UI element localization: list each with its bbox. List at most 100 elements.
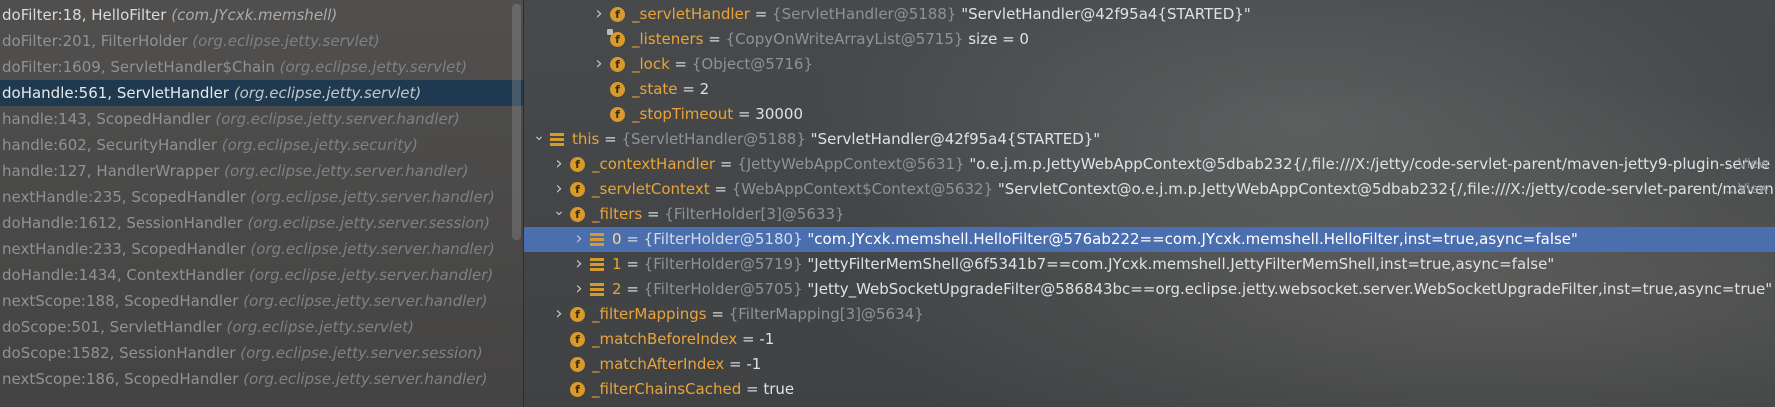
variable-row[interactable]: › 0 = {FilterHolder@5180} "com.JYcxk.mems…	[524, 227, 1775, 252]
frame-package: (org.eclipse.jetty.servlet)	[226, 318, 415, 336]
variable-value: "ServletContext@o.e.j.m.p.JettyWebAppCon…	[997, 180, 1774, 198]
variable-text: 0 = {FilterHolder@5180} "com.JYcxk.memsh…	[612, 227, 1578, 252]
variable-row[interactable]: › f _lock = {Object@5716}	[524, 52, 1775, 77]
equals-sign: =	[724, 355, 747, 373]
variable-text: _matchBeforeIndex = -1	[592, 327, 774, 352]
variable-value: "ServletHandler@42f95a4{STARTED}"	[810, 130, 1101, 148]
variable-name: _listeners	[632, 30, 704, 48]
variable-reference: {WebAppContext$Context@5632}	[731, 180, 994, 198]
chevron-right-icon[interactable]: ›	[572, 277, 586, 302]
chevron-right-icon[interactable]: ›	[572, 252, 586, 277]
variable-name: _lock	[632, 55, 670, 73]
chevron-right-icon[interactable]: ›	[592, 52, 606, 77]
stack-frame-row[interactable]: handle:602, SecurityHandler (org.eclipse…	[0, 132, 523, 158]
stack-frame-row[interactable]: doHandle:1612, SessionHandler (org.eclip…	[0, 210, 523, 236]
variable-name: 0	[612, 230, 622, 248]
chevron-right-icon[interactable]: ›	[552, 302, 566, 327]
frame-package: (org.eclipse.jetty.servlet)	[192, 32, 380, 50]
chevron-right-icon[interactable]: ›	[572, 227, 586, 252]
variable-value: size = 0	[968, 30, 1029, 48]
variable-reference: {CopyOnWriteArrayList@5715}	[725, 30, 964, 48]
variable-row[interactable]: › 2 = {FilterHolder@5705} "Jetty_WebSocke…	[524, 277, 1775, 302]
equals-sign: =	[703, 30, 726, 48]
stack-frame-row[interactable]: doFilter:1609, ServletHandler$Chain (org…	[0, 54, 523, 80]
variable-row[interactable]: › 1 = {FilterHolder@5719} "JettyFilterMem…	[524, 252, 1775, 277]
equals-sign: =	[715, 155, 738, 173]
variable-text: _listeners = {CopyOnWriteArrayList@5715}…	[632, 27, 1029, 52]
frame-package: (org.eclipse.jetty.server.handler)	[243, 370, 488, 388]
variable-name: 1	[612, 255, 622, 273]
variable-row[interactable]: f _matchAfterIndex = -1	[524, 352, 1775, 377]
view-more-link[interactable]: ...View	[1726, 177, 1769, 202]
field-icon: f	[570, 207, 585, 222]
variable-row[interactable]: › f _filterMappings = {FilterMapping[3]@56…	[524, 302, 1775, 327]
stack-frame-row[interactable]: nextHandle:235, ScopedHandler (org.eclip…	[0, 184, 523, 210]
stack-frame-row[interactable]: doFilter:18, HelloFilter (com.JYcxk.mems…	[0, 2, 523, 28]
stack-frame-row[interactable]: doHandle:1434, ContextHandler (org.eclip…	[0, 262, 523, 288]
array-icon	[550, 133, 564, 146]
frame-method: doFilter:1609, ServletHandler$Chain	[2, 58, 275, 76]
variable-value: -1	[759, 330, 775, 348]
variable-value: true	[763, 380, 795, 398]
variable-row[interactable]: › f _servletHandler = {ServletHandler@5188…	[524, 2, 1775, 27]
frame-package: (org.eclipse.jetty.server.handler)	[248, 266, 494, 284]
frame-method: doFilter:201, FilterHolder	[2, 32, 188, 50]
variable-name: _matchAfterIndex	[592, 355, 725, 373]
chevron-right-icon[interactable]: ›	[592, 2, 606, 27]
variable-value: 30000	[755, 105, 803, 123]
stack-frame-row[interactable]: nextScope:186, ScopedHandler (org.eclips…	[0, 366, 523, 392]
frame-method: nextScope:186, ScopedHandler	[2, 370, 239, 388]
stack-frame-row[interactable]: doScope:501, ServletHandler (org.eclipse…	[0, 314, 523, 340]
variable-name: 2	[612, 280, 622, 298]
variable-row[interactable]: › f _contextHandler = {JettyWebAppContext@…	[524, 152, 1775, 177]
stack-frame-row[interactable]: doHandle:561, ServletHandler (org.eclips…	[0, 80, 523, 106]
stack-frame-row[interactable]: handle:127, HandlerWrapper (org.eclipse.…	[0, 158, 523, 184]
frames-scrollbar[interactable]	[512, 4, 521, 240]
variable-row[interactable]: ⌄ this = {ServletHandler@5188} "ServletHa…	[524, 127, 1775, 152]
variable-value: "com.JYcxk.memshell.HelloFilter@576ab222…	[807, 230, 1578, 248]
variable-row[interactable]: f _filterChainsCached = true	[524, 377, 1775, 402]
field-icon: f	[570, 332, 585, 347]
chevron-down-icon[interactable]: ⌄	[532, 127, 546, 152]
frame-method: handle:143, ScopedHandler	[2, 110, 211, 128]
variable-value: 2	[699, 80, 710, 98]
variable-row[interactable]: f _state = 2	[524, 77, 1775, 102]
stack-frame-row[interactable]: handle:143, ScopedHandler (org.eclipse.j…	[0, 106, 523, 132]
variable-text: _servletHandler = {ServletHandler@5188} …	[632, 2, 1251, 27]
variable-text: _filters = {FilterHolder[3]@5633}	[592, 202, 845, 227]
stack-frame-row[interactable]: nextScope:188, ScopedHandler (org.eclips…	[0, 288, 523, 314]
variable-name: _filters	[592, 205, 643, 223]
variable-row[interactable]: f _matchBeforeIndex = -1	[524, 327, 1775, 352]
array-icon	[590, 233, 604, 246]
variable-row[interactable]: f _listeners = {CopyOnWriteArrayList@5715…	[524, 27, 1775, 52]
stack-frame-row[interactable]: doFilter:201, FilterHolder (org.eclipse.…	[0, 28, 523, 54]
frame-method: doFilter:18, HelloFilter	[2, 6, 167, 24]
frame-method: handle:602, SecurityHandler	[2, 136, 218, 154]
stack-frame-row[interactable]: nextHandle:233, ScopedHandler (org.eclip…	[0, 236, 523, 262]
variable-text: _matchAfterIndex = -1	[592, 352, 761, 377]
array-icon	[590, 258, 604, 271]
variable-row[interactable]: › f _servletContext = {WebAppContext$Conte…	[524, 177, 1775, 202]
frame-method: nextHandle:233, ScopedHandler	[2, 240, 246, 258]
variable-name: _matchBeforeIndex	[592, 330, 738, 348]
chevron-right-icon[interactable]: ›	[552, 177, 566, 202]
variable-reference: {FilterMapping[3]@5634}	[728, 305, 924, 323]
variable-text: _servletContext = {WebAppContext$Context…	[592, 177, 1774, 202]
field-lock-icon: f	[607, 29, 625, 47]
chevron-right-icon[interactable]: ›	[552, 152, 566, 177]
view-more-link[interactable]: ...View	[1726, 152, 1769, 177]
field-icon: f	[570, 382, 585, 397]
variable-reference: {FilterHolder@5180}	[643, 230, 803, 248]
variable-text: _filterMappings = {FilterMapping[3]@5634…	[592, 302, 924, 327]
frame-package: (org.eclipse.jetty.server.handler)	[250, 240, 495, 258]
variable-name: _servletContext	[592, 180, 710, 198]
variable-text: 2 = {FilterHolder@5705} "Jetty_WebSocket…	[612, 277, 1772, 302]
equals-sign: =	[599, 130, 622, 148]
variable-row[interactable]: ⌄ f _filters = {FilterHolder[3]@5633}	[524, 202, 1775, 227]
variable-row[interactable]: f _stopTimeout = 30000	[524, 102, 1775, 127]
frame-package: (org.eclipse.jetty.servlet)	[233, 84, 422, 102]
stack-frame-row[interactable]: doScope:1582, SessionHandler (org.eclips…	[0, 340, 523, 366]
variable-name: _contextHandler	[592, 155, 716, 173]
variable-text: _stopTimeout = 30000	[632, 102, 803, 127]
chevron-down-icon[interactable]: ⌄	[552, 202, 566, 227]
